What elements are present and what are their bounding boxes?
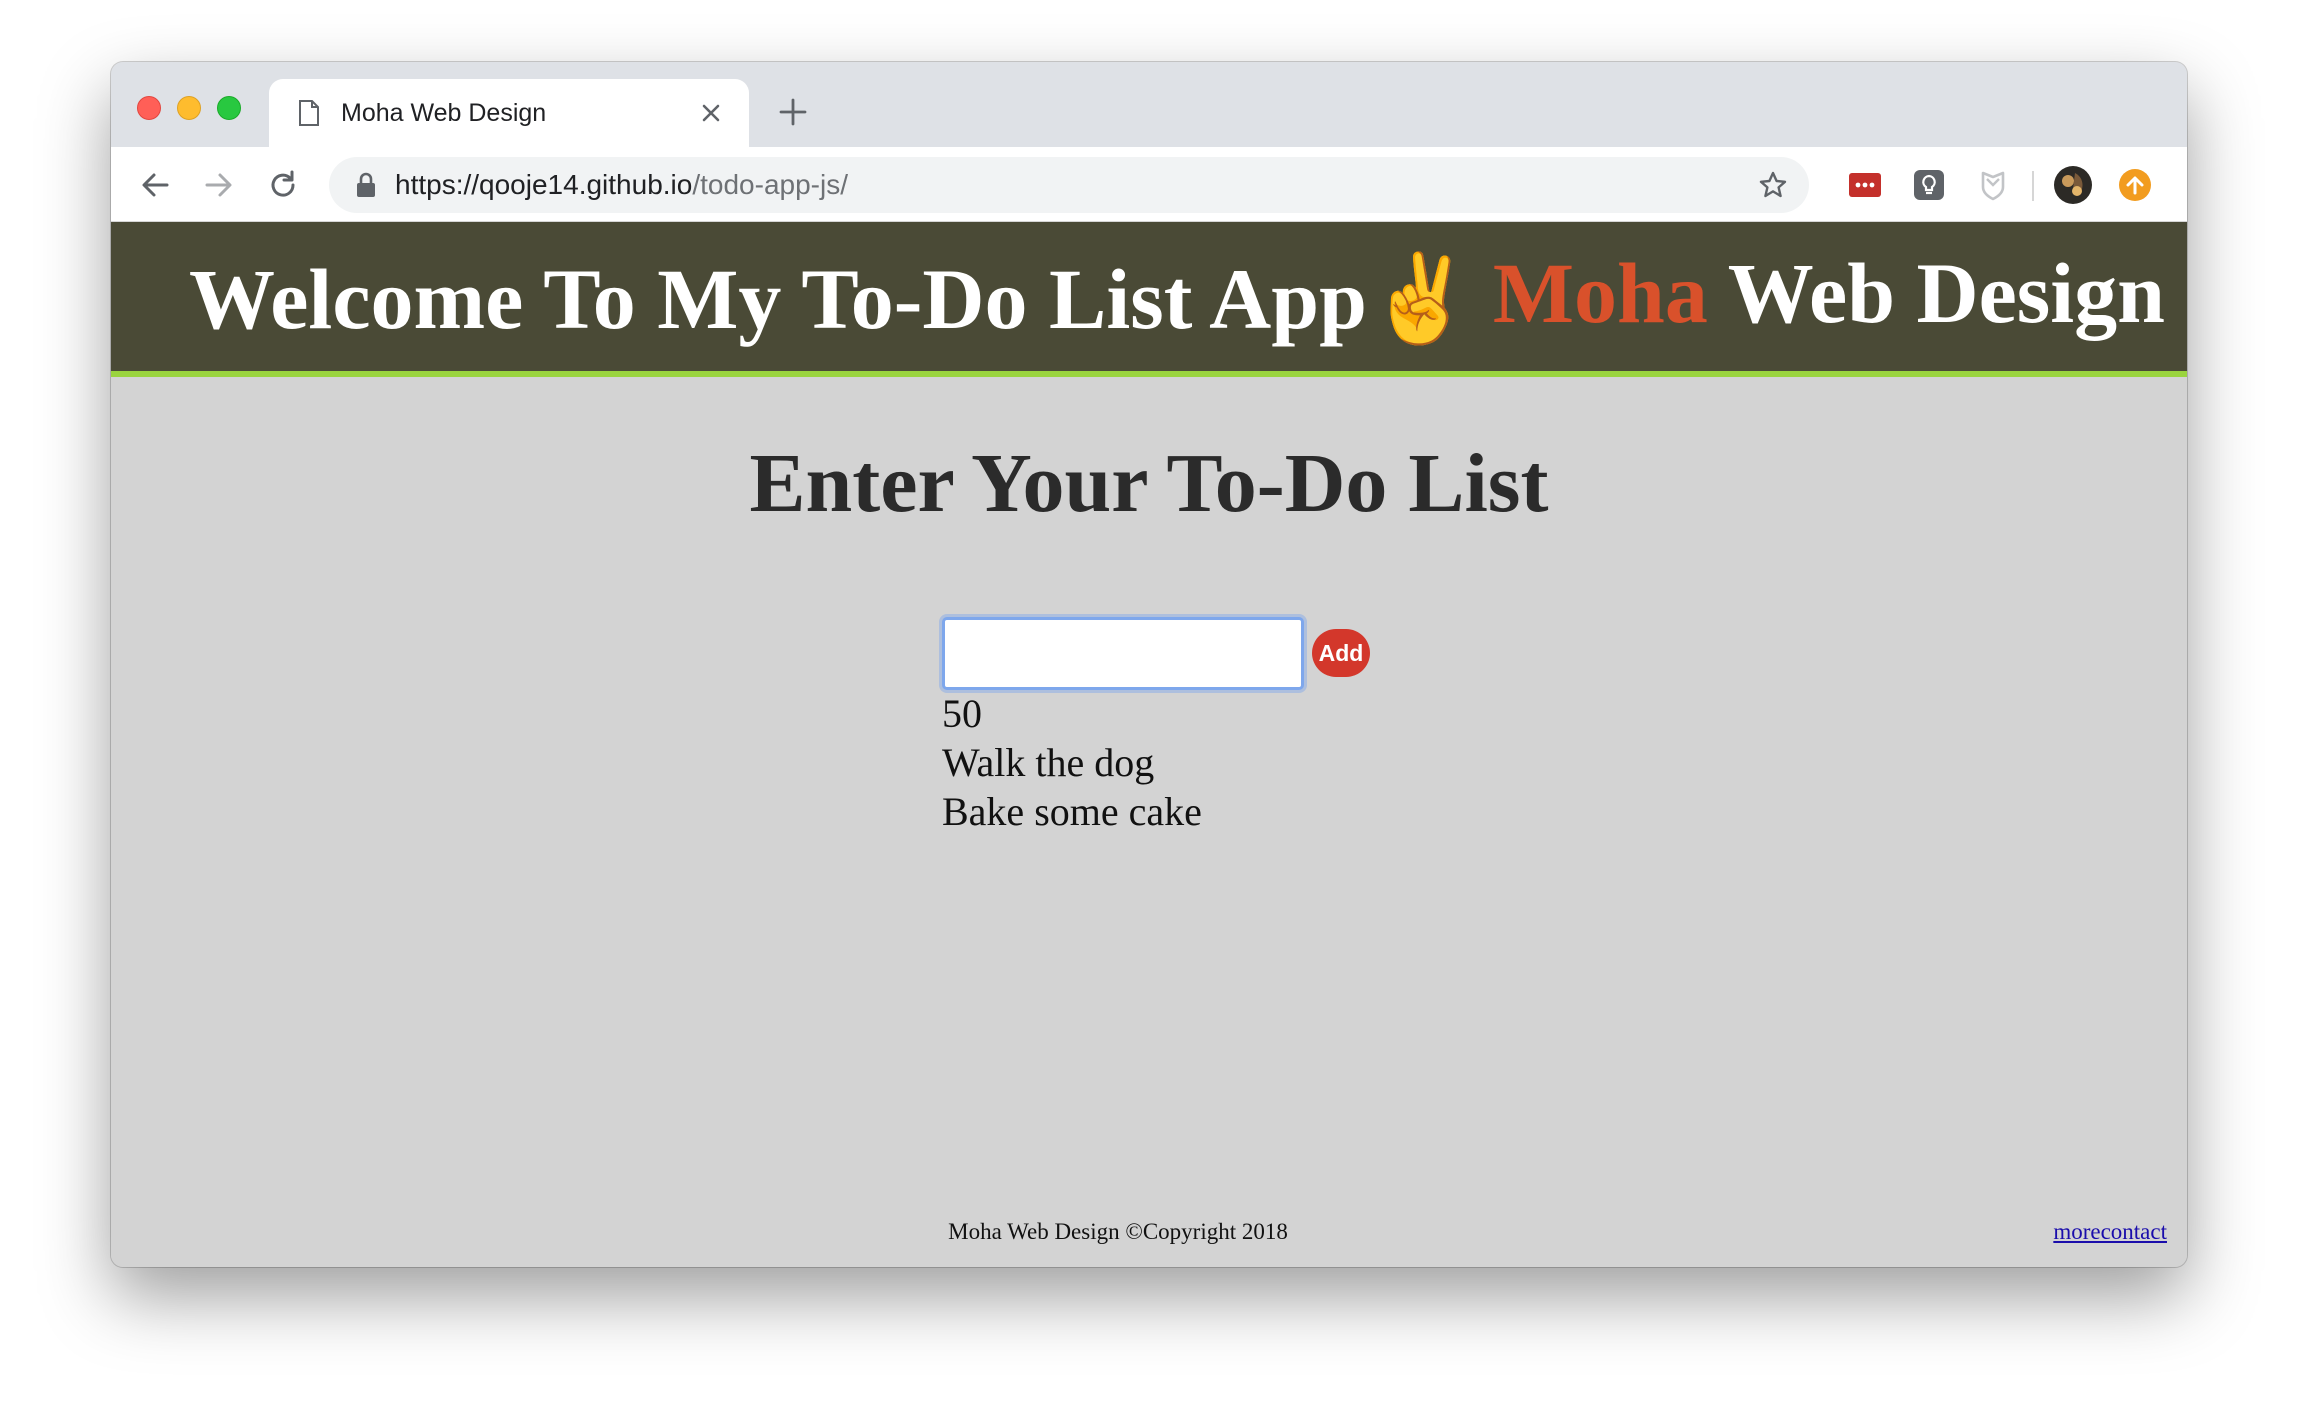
footer-copyright: Moha Web Design ©Copyright 2018 xyxy=(948,1219,1288,1244)
todo-list: 50 Walk the dog Bake some cake xyxy=(942,689,1202,836)
list-item[interactable]: Walk the dog xyxy=(942,738,1202,787)
lock-icon xyxy=(357,172,375,197)
brand-accent: Moha xyxy=(1492,245,1708,341)
profile-avatar[interactable] xyxy=(2053,165,2093,205)
reload-icon[interactable] xyxy=(263,165,303,205)
site-brand: Moha Web Design xyxy=(1493,238,2165,348)
browser-window: Moha Web Design https://qooje14.github.i… xyxy=(111,62,2187,1267)
url-path: /todo-app-js/ xyxy=(692,169,848,200)
browser-toolbar: https://qooje14.github.io/todo-app-js/ xyxy=(111,147,2187,222)
site-header: Welcome To My To-Do List App✌️ Moha Web … xyxy=(111,222,2187,377)
close-window-button[interactable] xyxy=(137,96,161,120)
welcome-text: Welcome To My To-Do List App xyxy=(189,251,1367,347)
lastpass-icon[interactable] xyxy=(1847,167,1883,203)
close-icon[interactable] xyxy=(693,95,729,131)
toolbar-separator xyxy=(2032,171,2034,201)
todo-input[interactable] xyxy=(942,617,1304,690)
page-title: Enter Your To-Do List xyxy=(749,437,1549,530)
url-text[interactable]: https://qooje14.github.io/todo-app-js/ xyxy=(395,169,848,201)
lightbulb-extension-icon[interactable] xyxy=(1911,167,1947,203)
shield-extension-icon[interactable] xyxy=(1975,167,2011,203)
page-content: Welcome To My To-Do List App✌️ Moha Web … xyxy=(111,222,2187,1267)
url-host: https://qooje14.github.io xyxy=(395,169,693,200)
tab-title: Moha Web Design xyxy=(341,99,547,127)
back-arrow-icon[interactable] xyxy=(135,165,175,205)
add-button[interactable]: Add xyxy=(1312,629,1370,677)
minimize-window-button[interactable] xyxy=(177,96,201,120)
welcome-title: Welcome To My To-Do List App✌️ xyxy=(189,244,1474,354)
plus-icon[interactable] xyxy=(775,94,811,130)
victory-hand-icon: ✌️ xyxy=(1366,251,1475,347)
zoom-window-button[interactable] xyxy=(217,96,241,120)
tab-strip: Moha Web Design xyxy=(111,62,2187,147)
list-item[interactable]: Bake some cake xyxy=(942,787,1202,836)
update-arrow-icon[interactable] xyxy=(2117,167,2153,203)
list-item[interactable]: 50 xyxy=(942,689,1202,738)
star-icon[interactable] xyxy=(1757,169,1789,201)
tab-moha-web-design[interactable]: Moha Web Design xyxy=(269,79,749,147)
footer-link-morecontact[interactable]: morecontact xyxy=(2053,1219,2167,1245)
brand-rest: Web Design xyxy=(1707,245,2165,341)
page-icon xyxy=(299,100,319,126)
forward-arrow-icon[interactable] xyxy=(199,165,239,205)
address-bar[interactable]: https://qooje14.github.io/todo-app-js/ xyxy=(329,157,1809,213)
